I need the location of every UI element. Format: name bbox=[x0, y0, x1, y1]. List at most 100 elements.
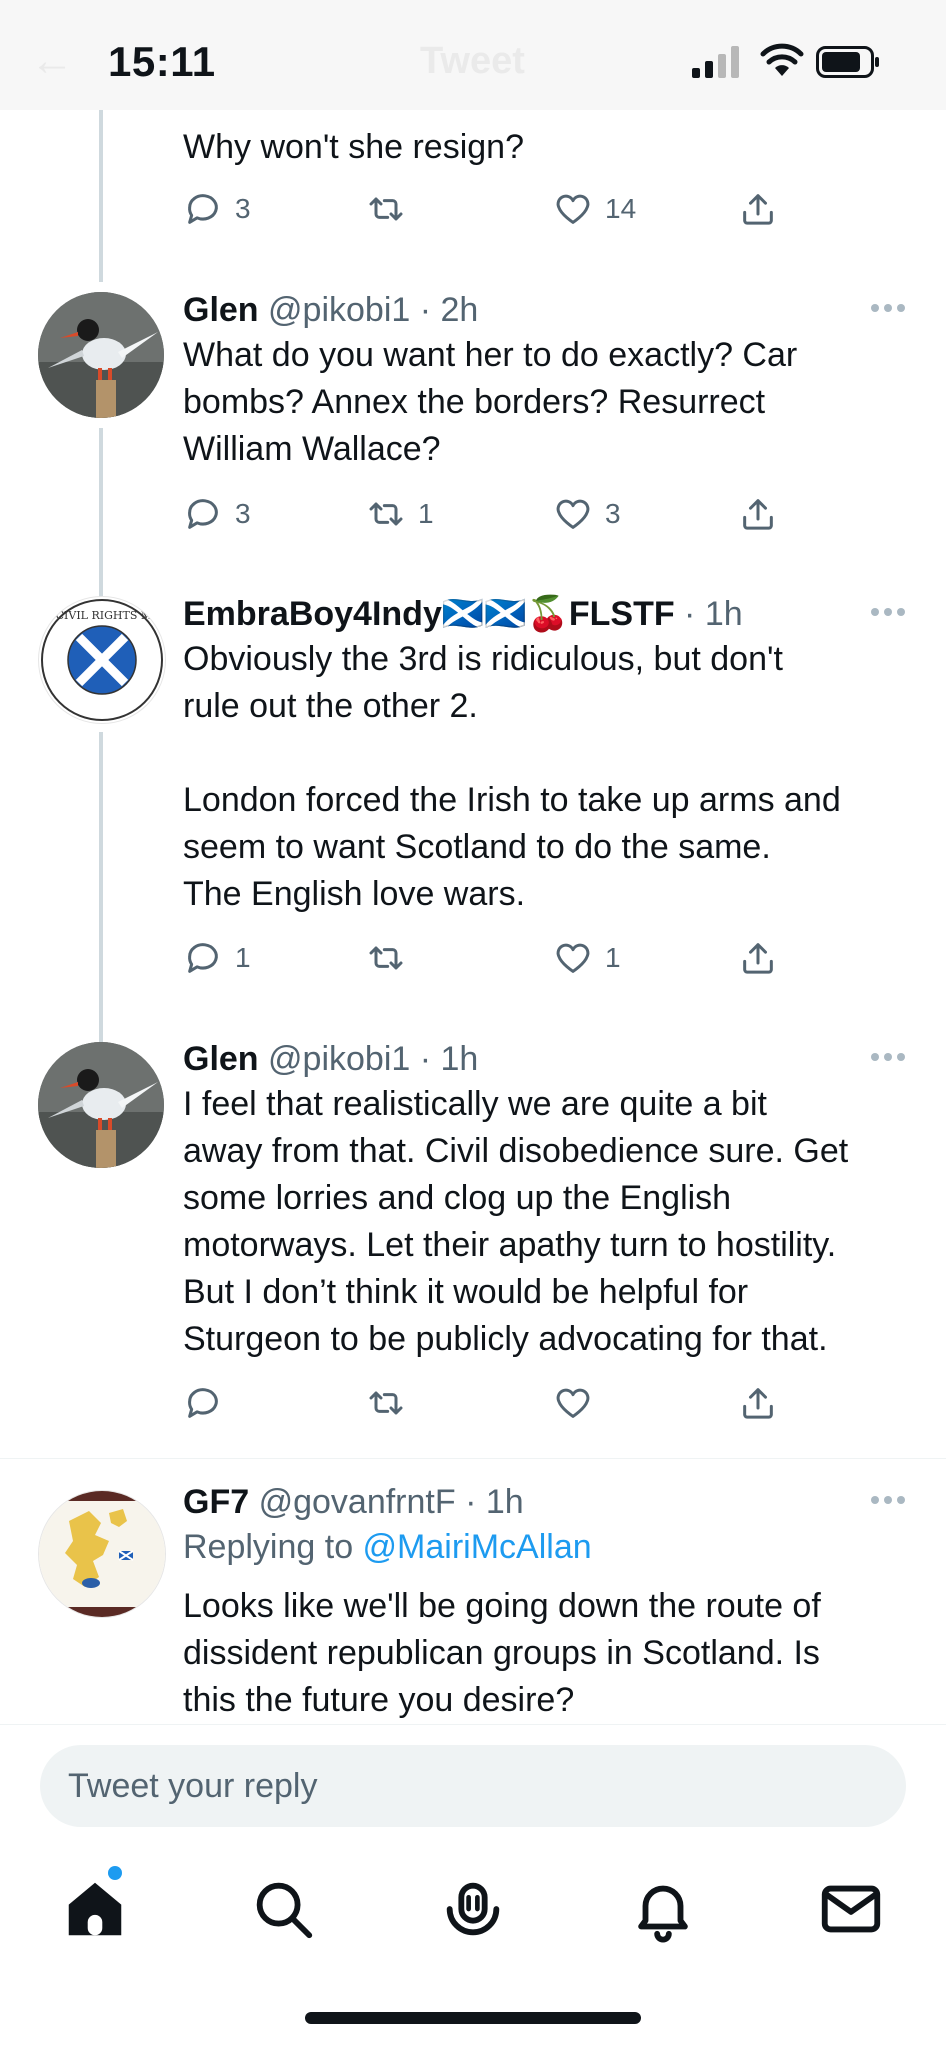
tab-messages[interactable] bbox=[816, 1874, 886, 1944]
tweet-text-line: Sturgeon to be publicly advocating for t… bbox=[183, 1320, 828, 1358]
like-button[interactable] bbox=[553, 1381, 605, 1425]
tweet-text-line: some lorries and clog up the English bbox=[183, 1179, 732, 1217]
composer-divider bbox=[0, 1724, 946, 1725]
like-button[interactable]: 14 bbox=[553, 187, 636, 231]
retweet-button[interactable] bbox=[366, 187, 418, 231]
reply-icon bbox=[188, 194, 218, 224]
tweet-text: Looks like we'll be going down the route… bbox=[183, 1583, 906, 1724]
display-name[interactable]: GF7 bbox=[183, 1483, 249, 1521]
tab-spaces[interactable] bbox=[438, 1874, 508, 1944]
display-name[interactable]: EmbraBoy4Indy🏴󠁧󠁢󠁳󠁣󠁴󠁿🏴󠁧󠁢󠁳󠁣󠁴󠁿🍒FLSTF bbox=[183, 595, 675, 633]
tweet-header: Glen @pikobi1 · 1h bbox=[183, 1037, 906, 1081]
bird-photo bbox=[38, 1042, 164, 1168]
share-button[interactable] bbox=[738, 936, 778, 980]
more-options-icon[interactable] bbox=[870, 1494, 906, 1506]
reply-icon bbox=[188, 1388, 218, 1418]
timestamp[interactable]: 1h bbox=[486, 1483, 524, 1521]
tweet-text: Obviously the 3rd is ridiculous, but don… bbox=[183, 636, 906, 918]
back-arrow-icon[interactable]: ← bbox=[30, 36, 74, 86]
status-bar: ← Tweet 15:11 bbox=[0, 0, 946, 110]
username[interactable]: @govanfrntF bbox=[259, 1483, 456, 1521]
tweet-text-line: William Wallace? bbox=[183, 430, 441, 468]
like-count: 1 bbox=[605, 942, 621, 973]
retweet-button[interactable]: 1 bbox=[366, 492, 434, 536]
home-indicator[interactable] bbox=[305, 2012, 641, 2024]
cellular-signal-icon bbox=[692, 46, 739, 78]
screen-title: Tweet bbox=[420, 40, 525, 82]
retweet-icon bbox=[369, 946, 403, 970]
share-button[interactable] bbox=[738, 492, 778, 536]
messages-icon bbox=[821, 1885, 881, 1933]
username[interactable]: @pikobi1 bbox=[268, 1040, 410, 1078]
tweet-header: GF7 @govanfrntF · 1h bbox=[183, 1480, 906, 1524]
more-options-icon[interactable] bbox=[870, 1051, 906, 1063]
retweet-icon bbox=[369, 197, 403, 221]
reply-button[interactable]: 1 bbox=[183, 936, 251, 980]
mention-link[interactable]: @MairiMcAllan bbox=[363, 1528, 592, 1566]
tweet-text-line: seem to want Scotland to do the same. bbox=[183, 828, 771, 866]
tweet-actions: 3 14 bbox=[183, 187, 783, 231]
tweet-header: EmbraBoy4Indy🏴󠁧󠁢󠁳󠁣󠁴󠁿🏴󠁧󠁢󠁳󠁣󠁴󠁿🍒FLSTF · 1h bbox=[183, 592, 906, 636]
share-icon bbox=[743, 943, 773, 974]
share-icon bbox=[743, 194, 773, 225]
reply-count: 3 bbox=[235, 498, 251, 529]
retweet-button[interactable] bbox=[366, 936, 418, 980]
home-icon bbox=[68, 1882, 122, 1936]
reply-icon bbox=[188, 943, 218, 973]
tweet-text: I feel that realistically we are quite a… bbox=[183, 1081, 906, 1363]
timestamp[interactable]: 1h bbox=[441, 1040, 479, 1078]
scotland-map-avatar bbox=[39, 1491, 165, 1617]
more-options-icon[interactable] bbox=[870, 302, 906, 314]
replying-to-label: Replying to bbox=[183, 1528, 363, 1566]
display-name[interactable]: Glen bbox=[183, 291, 259, 329]
tweet-text-line: rule out the other 2. bbox=[183, 687, 478, 725]
tweet-text-line: Obviously the 3rd is ridiculous, but don… bbox=[183, 640, 783, 678]
tweet-text-line: But I don’t think it would be helpful fo… bbox=[183, 1273, 749, 1311]
share-icon bbox=[743, 499, 773, 530]
avatar[interactable] bbox=[38, 1490, 166, 1618]
like-button[interactable]: 3 bbox=[553, 492, 621, 536]
reply-count: 3 bbox=[235, 193, 251, 224]
new-content-badge bbox=[108, 1866, 122, 1880]
tab-search[interactable] bbox=[248, 1874, 318, 1944]
separator: · bbox=[674, 595, 705, 633]
share-button[interactable] bbox=[738, 187, 778, 231]
reply-button[interactable]: 3 bbox=[183, 187, 251, 231]
reply-button[interactable]: 3 bbox=[183, 492, 251, 536]
share-button[interactable] bbox=[738, 1381, 778, 1425]
avatar[interactable] bbox=[38, 292, 164, 418]
username[interactable]: @pikobi1 bbox=[268, 291, 410, 329]
replying-to: Replying to @MairiMcAllan bbox=[183, 1524, 906, 1571]
reply-icon bbox=[188, 499, 218, 529]
avatar[interactable] bbox=[38, 402, 164, 528]
thread-divider bbox=[0, 1458, 946, 1459]
like-button[interactable]: 1 bbox=[553, 936, 621, 980]
retweet-button[interactable] bbox=[366, 1381, 418, 1425]
reply-count: 1 bbox=[235, 942, 251, 973]
retweet-icon bbox=[369, 502, 403, 526]
retweet-count: 1 bbox=[418, 498, 434, 529]
reply-button[interactable] bbox=[183, 1381, 235, 1425]
battery-icon bbox=[816, 46, 879, 78]
search-icon bbox=[256, 1882, 313, 1939]
scottish-civil-rights-logo: SCOTTISH CIVIL RIGHTS MOVEMENT bbox=[39, 599, 165, 721]
avatar[interactable]: SCOTTISH CIVIL RIGHTS MOVEMENT bbox=[38, 596, 166, 724]
tweet-text-line: The English love wars. bbox=[183, 875, 526, 913]
tab-notifications[interactable] bbox=[628, 1874, 698, 1944]
timestamp[interactable]: 1h bbox=[705, 595, 743, 633]
timestamp[interactable]: 2h bbox=[441, 291, 479, 329]
reply-composer[interactable] bbox=[40, 1745, 906, 1827]
tweet-text-line: London forced the Irish to take up arms … bbox=[183, 781, 841, 819]
more-options-icon[interactable] bbox=[870, 606, 906, 618]
tweet-text-line: I feel that realistically we are quite a… bbox=[183, 1085, 767, 1123]
avatar[interactable] bbox=[38, 1042, 164, 1168]
tab-home[interactable] bbox=[60, 1874, 130, 1944]
tweet-text-line: away from that. Civil disobedience sure.… bbox=[183, 1132, 849, 1170]
heart-icon bbox=[556, 194, 590, 224]
tweet-actions: 1 1 bbox=[183, 936, 783, 980]
tweet-text: What do you want her to do exactly? Car … bbox=[183, 332, 906, 473]
display-name[interactable]: Glen bbox=[183, 1040, 259, 1078]
like-count: 3 bbox=[605, 498, 621, 529]
tweet-text-line: What do you want her to do exactly? Car bbox=[183, 336, 798, 374]
tweet-reply-input[interactable] bbox=[40, 1745, 906, 1827]
